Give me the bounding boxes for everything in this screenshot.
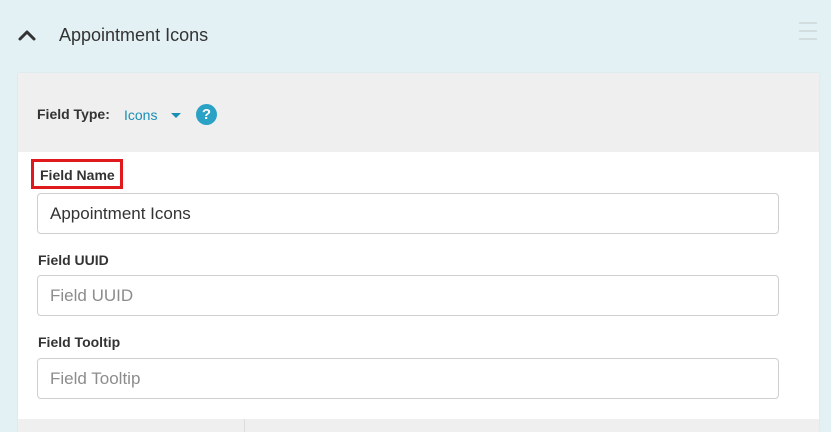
field-type-value[interactable]: Icons [124, 107, 157, 123]
field-uuid-label: Field UUID [38, 252, 109, 268]
field-type-dropdown[interactable]: Icons [124, 105, 182, 125]
footer-divider [244, 419, 245, 432]
field-name-label: Field Name [31, 159, 123, 189]
chevron-up-icon[interactable] [14, 22, 40, 48]
section-header: Appointment Icons [0, 0, 831, 70]
field-uuid-input[interactable] [37, 275, 779, 316]
help-icon[interactable]: ? [196, 104, 217, 125]
drag-handle-icon[interactable] [799, 22, 819, 42]
field-type-label: Field Type: [37, 106, 110, 122]
field-tooltip-label: Field Tooltip [38, 334, 121, 350]
field-tooltip-input[interactable] [37, 358, 779, 399]
section-title: Appointment Icons [59, 25, 209, 45]
field-type-bar: Field Type: Icons ? [18, 73, 819, 152]
card-footer-strip [18, 419, 819, 432]
caret-down-icon[interactable] [171, 112, 182, 118]
field-settings-card: Field Type: Icons ? Field Name Field UUI… [18, 73, 819, 432]
field-name-input[interactable] [37, 193, 779, 234]
